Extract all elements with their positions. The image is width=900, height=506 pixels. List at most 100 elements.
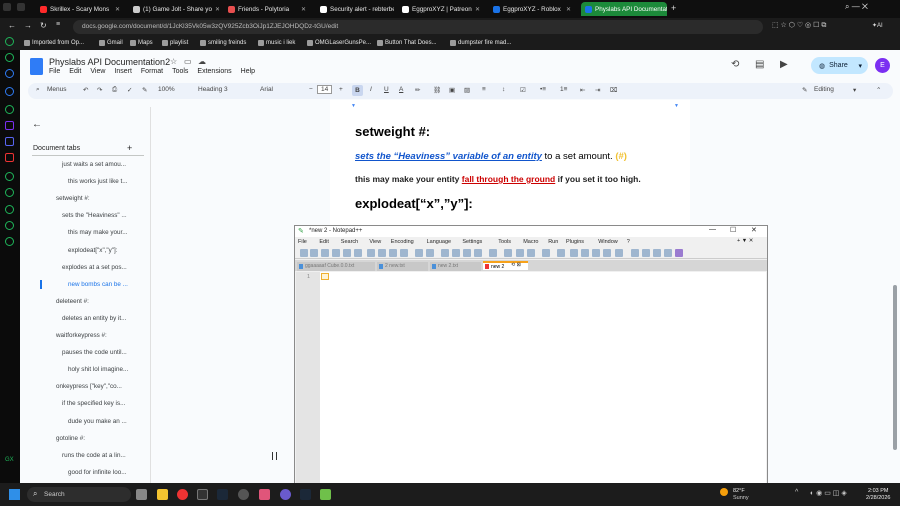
bulleted-list-icon[interactable]: •≡ — [540, 86, 546, 93]
notepad-tab[interactable]: ggaaaaaf Cube.0.0.txt — [297, 262, 375, 271]
notepad-menu-view[interactable]: View — [369, 239, 381, 245]
outline-item[interactable]: this may make your... — [68, 229, 128, 236]
outline-item[interactable]: new bombs can be ... — [68, 281, 128, 288]
history-icon[interactable]: ⟲ — [731, 59, 739, 70]
app-icon[interactable] — [280, 489, 291, 500]
address-bar[interactable]: docs.google.com/document/d/1JcKl35Vk05w3… — [73, 20, 763, 34]
back-icon[interactable]: ← — [8, 21, 16, 30]
notepad-plus-plus-icon[interactable] — [320, 489, 331, 500]
menu-item-file[interactable]: File — [49, 68, 60, 75]
edit-mode-icon[interactable]: ✎ — [802, 86, 807, 94]
menu-item-view[interactable]: View — [90, 68, 105, 75]
notepad-doc-controls[interactable]: + ▼ ✕ — [737, 238, 753, 244]
paragraph-1[interactable]: sets the “Heaviness” variable of an enti… — [355, 151, 627, 162]
close-icon[interactable]: ✕ — [115, 6, 120, 13]
italic-button[interactable]: I — [370, 86, 372, 93]
tray-icons[interactable]: ◐ ◉ ▭ ◫ ◈ — [810, 489, 847, 497]
ai-button[interactable]: ✦AI — [872, 22, 883, 29]
notepad-menu-search[interactable]: Search — [341, 239, 358, 245]
comment-icon[interactable]: ▣ — [449, 86, 455, 94]
notepad-menu-help[interactable]: ? — [627, 239, 630, 245]
numbered-list-icon[interactable]: 1≡ — [560, 86, 567, 93]
share-button[interactable]: ◍ Share ▾ — [811, 57, 868, 74]
browser-tab[interactable]: Security alert - rebterbe✕ — [316, 2, 394, 16]
notepad-tab[interactable]: new 2.txt — [430, 262, 481, 271]
outline-item[interactable]: explodeat["x","y"]: — [68, 247, 118, 254]
toolbar-button-icon[interactable] — [474, 249, 482, 257]
outline-item[interactable]: dude you make an ... — [68, 418, 127, 425]
toolbar-button-icon[interactable] — [332, 249, 340, 257]
outline-item[interactable]: pauses the code until... — [62, 349, 127, 356]
forward-icon[interactable]: → — [24, 21, 32, 30]
heading-explodeat[interactable]: explodeat[“x”,”y”]: — [355, 196, 473, 211]
add-tab-icon[interactable]: + — [127, 143, 132, 153]
avatar[interactable]: E — [875, 58, 890, 73]
menu-item-format[interactable]: Format — [141, 68, 163, 75]
app-icon[interactable] — [259, 489, 270, 500]
clear-format-icon[interactable]: ⌧ — [610, 86, 618, 94]
checklist-icon[interactable]: ☑ — [520, 86, 526, 94]
clock-date[interactable]: 2/28/2026 — [866, 495, 890, 501]
window-controls[interactable]: ⌕ — ✕ — [845, 2, 868, 12]
sidebar-app-icon[interactable] — [5, 69, 14, 78]
toolbar-button-icon[interactable] — [542, 249, 550, 257]
bookmark-item[interactable]: Gmail — [99, 38, 123, 48]
toolbar-button-icon[interactable] — [321, 249, 329, 257]
toolbar-button-icon[interactable] — [354, 249, 362, 257]
outline-item[interactable]: deleteent #: — [56, 298, 89, 305]
extensions-icons[interactable]: ⬚ ☆ ⬡ ♡ ◎ ☐ ⧉ — [772, 21, 826, 30]
outline-item[interactable]: sets the "Heaviness" ... — [62, 212, 127, 219]
bookmark-item[interactable]: Button That Does... — [377, 38, 437, 48]
notepad-editor[interactable] — [296, 272, 766, 485]
menu-item-extensions[interactable]: Extensions — [197, 68, 231, 75]
menu-item-edit[interactable]: Edit — [69, 68, 81, 75]
browser-menu-icon[interactable] — [3, 3, 11, 11]
comments-icon[interactable]: ▤ — [755, 59, 764, 70]
move-folder-icon[interactable]: ▭ — [184, 57, 192, 66]
close-icon[interactable]: ✕ — [215, 6, 219, 13]
decrease-indent-icon[interactable]: ⇤ — [580, 86, 585, 94]
browser-tab[interactable]: EggproXYZ | Patreon ✕ — [398, 2, 484, 16]
sidebar-app-icon[interactable] — [5, 188, 14, 197]
notepad-menu-window[interactable]: Window — [598, 239, 618, 245]
site-info-icon[interactable]: ≡ — [56, 21, 60, 28]
menus-search[interactable]: Menus — [47, 86, 67, 93]
browser-tab[interactable]: Friends - Polytoria ✕ — [224, 2, 310, 16]
toolbar-button-icon[interactable] — [664, 249, 672, 257]
notepad-menu-plugins[interactable]: Plugins — [566, 239, 584, 245]
toolbar-button-icon[interactable] — [527, 249, 535, 257]
undo-icon[interactable]: ↶ — [83, 86, 88, 94]
bookmark-item[interactable]: smiling freinds — [200, 38, 246, 48]
browser-tab[interactable]: (1) Game Jolt - Share yo ✕ — [129, 2, 219, 16]
steam-icon[interactable] — [217, 489, 228, 500]
toolbar-button-icon[interactable] — [415, 249, 423, 257]
toolbar-button-icon[interactable] — [581, 249, 589, 257]
document-title[interactable]: Physlabs API Documentation2 — [49, 57, 170, 67]
browser-tab[interactable]: EggproXYZ - Roblox ✕ — [489, 2, 575, 16]
toolbar-button-icon[interactable] — [631, 249, 639, 257]
star-icon[interactable]: ☆ — [170, 57, 177, 66]
toolbar-button-icon[interactable] — [653, 249, 661, 257]
chevron-down-icon[interactable]: ▾ — [858, 62, 862, 70]
outline-item[interactable]: runs the code at a lin... — [62, 452, 126, 459]
minimize-icon[interactable]: — — [709, 226, 716, 233]
weather-condition[interactable]: Sunny — [733, 495, 749, 501]
opera-gx-icon[interactable] — [177, 489, 188, 500]
maximize-icon[interactable]: ☐ — [730, 226, 736, 234]
font-size-input[interactable]: 14 — [317, 85, 333, 94]
scrollbar[interactable] — [893, 285, 897, 450]
increase-indent-icon[interactable]: ⇥ — [595, 86, 600, 94]
outline-item[interactable]: explodes at a set pos... — [62, 264, 127, 271]
menu-item-tools[interactable]: Tools — [172, 68, 188, 75]
toolbar-button-icon[interactable] — [504, 249, 512, 257]
outline-item[interactable]: deletes an entity by it... — [62, 315, 126, 322]
app-icon[interactable] — [238, 489, 249, 500]
toolbar-button-icon[interactable] — [615, 249, 623, 257]
discord-icon[interactable] — [5, 137, 14, 146]
tray-chevron-icon[interactable]: ^ — [795, 489, 798, 496]
notepad-tab[interactable]: 2 new.txt — [377, 262, 428, 271]
style-select[interactable]: Heading 3 — [198, 86, 228, 93]
bookmark-item[interactable]: dumpster fire mad... — [450, 38, 511, 48]
browser-tab[interactable]: Physlabs API Documentat✕ — [581, 2, 667, 16]
outline-item[interactable]: waitforkeypress #: — [56, 332, 107, 339]
